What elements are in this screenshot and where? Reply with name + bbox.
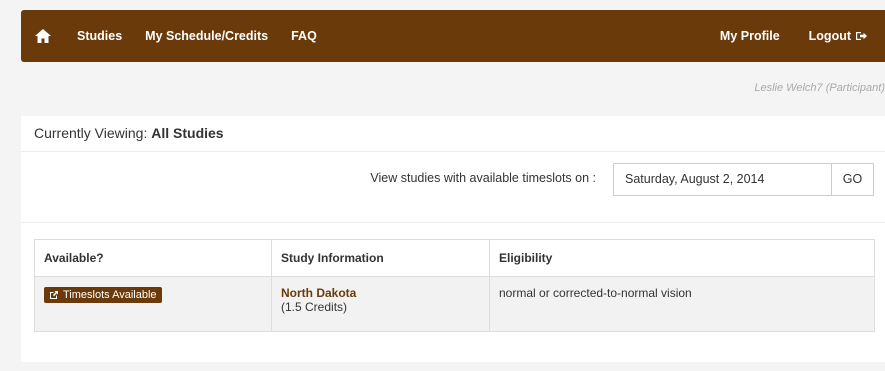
divider	[21, 222, 885, 223]
timeslots-available-label: Timeslots Available	[63, 289, 157, 301]
header-study-information: Study Information	[271, 239, 490, 277]
date-filter-label: View studies with available timeslots on…	[370, 171, 596, 185]
panel-heading: Currently Viewing: All Studies	[21, 116, 885, 152]
study-credits: (1.5 Credits)	[281, 300, 348, 314]
nav-right-group: My Profile Logout	[720, 29, 885, 43]
current-user: Leslie Welch7 (Participant)	[754, 82, 885, 94]
nav-schedule-credits[interactable]: My Schedule/Credits	[145, 29, 268, 43]
nav-my-profile[interactable]: My Profile	[720, 29, 780, 43]
logout-label: Logout	[808, 29, 851, 43]
cell-available: Timeslots Available	[34, 276, 272, 332]
table-row: Timeslots Available North Dakota (1.5 Cr…	[34, 276, 875, 332]
table-header-row: Available? Study Information Eligibility	[34, 239, 875, 277]
cell-study-information: North Dakota (1.5 Credits)	[271, 276, 490, 332]
external-link-icon	[50, 291, 58, 299]
nav-logout[interactable]: Logout	[809, 29, 867, 43]
studies-panel: Currently Viewing: All Studies View stud…	[21, 116, 885, 362]
top-navbar: Studies My Schedule/Credits FAQ My Profi…	[21, 10, 885, 62]
timeslots-available-button[interactable]: Timeslots Available	[44, 287, 162, 303]
nav-studies[interactable]: Studies	[77, 29, 122, 43]
date-filter: View studies with available timeslots on…	[21, 162, 885, 198]
cell-eligibility: normal or corrected-to-normal vision	[489, 276, 875, 332]
heading-prefix: Currently Viewing:	[34, 125, 148, 141]
header-available: Available?	[34, 239, 272, 277]
go-button[interactable]: GO	[831, 163, 874, 196]
home-icon-glyph	[35, 29, 51, 43]
studies-table: Available? Study Information Eligibility…	[34, 239, 875, 332]
header-eligibility: Eligibility	[489, 239, 875, 277]
date-input[interactable]: Saturday, August 2, 2014	[613, 163, 831, 196]
study-name-link[interactable]: North Dakota	[281, 286, 480, 300]
home-icon[interactable]	[35, 28, 53, 44]
heading-value: All Studies	[151, 125, 224, 141]
logout-icon	[856, 32, 867, 40]
nav-faq[interactable]: FAQ	[291, 29, 317, 43]
